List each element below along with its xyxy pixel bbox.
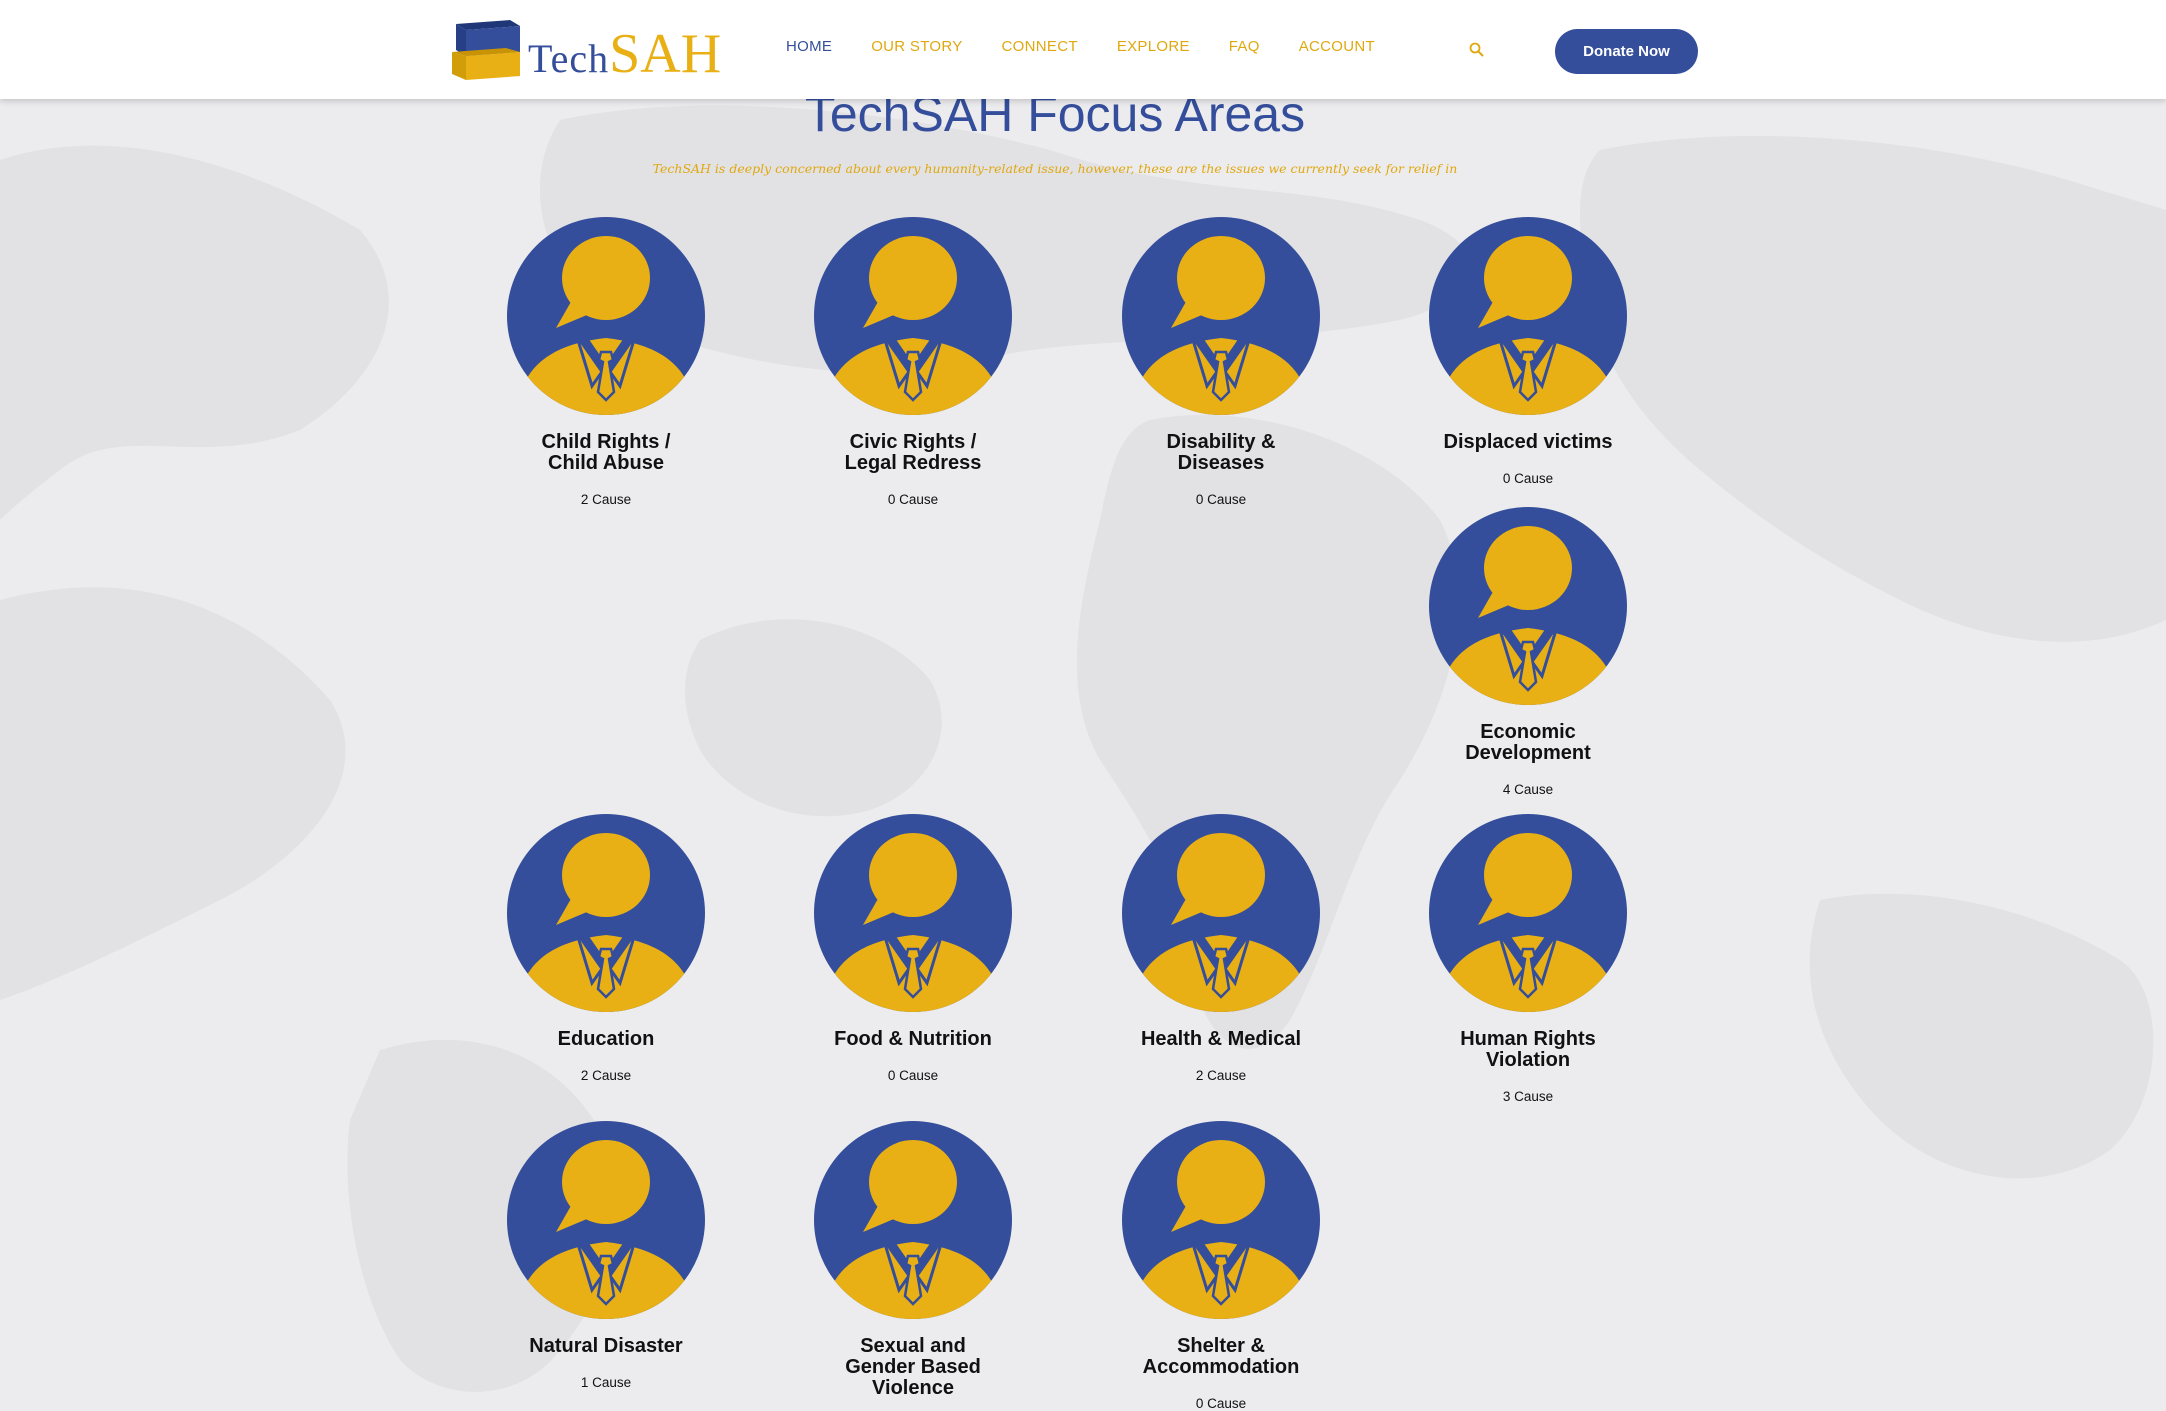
focus-card-title: Shelter & Accommodation	[1038, 1336, 1404, 1378]
focus-card-cause-count: 3 Cause	[1502, 1089, 1554, 1104]
logo-box-icon	[452, 20, 520, 80]
focus-card-title: Displaced victims	[1345, 432, 1711, 453]
focus-card-title-line: Shelter &	[1177, 1335, 1265, 1357]
person-speech-bubble-icon	[506, 813, 706, 1013]
site-header: TechSAH HOME OUR STORY CONNECT EXPLORE F…	[0, 0, 2166, 99]
techsah-logo[interactable]: TechSAH	[450, 18, 740, 88]
person-speech-bubble-icon	[813, 1120, 1013, 1320]
focus-card-title-line: Development	[1465, 742, 1591, 764]
focus-card-cause-count: 0 Cause	[1502, 471, 1554, 486]
logo-text-sah: SAH	[609, 23, 722, 85]
nav-our-story[interactable]: OUR STORY	[871, 38, 962, 55]
donate-now-button[interactable]: Donate Now	[1555, 29, 1698, 74]
focus-card-title: Economic Development	[1345, 722, 1711, 764]
logo-text-tech: Tech	[528, 36, 610, 81]
person-speech-bubble-icon	[1121, 216, 1321, 416]
person-speech-bubble-icon	[1428, 216, 1628, 416]
nav-account[interactable]: ACCOUNT	[1299, 38, 1375, 55]
person-speech-bubble-icon	[1121, 1120, 1321, 1320]
person-speech-bubble-icon	[1428, 506, 1628, 706]
person-speech-bubble-icon	[506, 1120, 706, 1320]
nav-faq[interactable]: FAQ	[1229, 38, 1260, 55]
focus-card-title: Human Rights Violation	[1345, 1029, 1711, 1071]
nav-connect[interactable]: CONNECT	[1002, 38, 1078, 55]
person-speech-bubble-icon	[1428, 813, 1628, 1013]
focus-card-title-line: Violation	[1485, 1049, 1571, 1071]
person-speech-bubble-icon	[1121, 813, 1321, 1013]
focus-card-title-line: Economic	[1480, 721, 1576, 743]
nav-explore[interactable]: EXPLORE	[1117, 38, 1190, 55]
focus-card-cause-count: 0 Cause	[1195, 492, 1247, 507]
focus-areas-grid: Child Rights / Child Abuse 2 Cause Civic…	[0, 0, 2166, 1411]
focus-card-title-line: Displaced victims	[1443, 431, 1613, 453]
person-speech-bubble-icon	[813, 216, 1013, 416]
nav-home[interactable]: HOME	[786, 38, 832, 55]
focus-card-title-line: Human Rights	[1460, 1028, 1596, 1050]
logo-wordmark: TechSAH	[528, 24, 721, 98]
main-nav: HOME OUR STORY CONNECT EXPLORE FAQ ACCOU…	[786, 38, 1414, 55]
focus-card-cause-count: 4 Cause	[1502, 782, 1554, 797]
person-speech-bubble-icon	[813, 813, 1013, 1013]
focus-card-title-line: Accommodation	[1142, 1356, 1300, 1378]
person-speech-bubble-icon	[506, 216, 706, 416]
search-icon[interactable]	[1468, 41, 1486, 59]
